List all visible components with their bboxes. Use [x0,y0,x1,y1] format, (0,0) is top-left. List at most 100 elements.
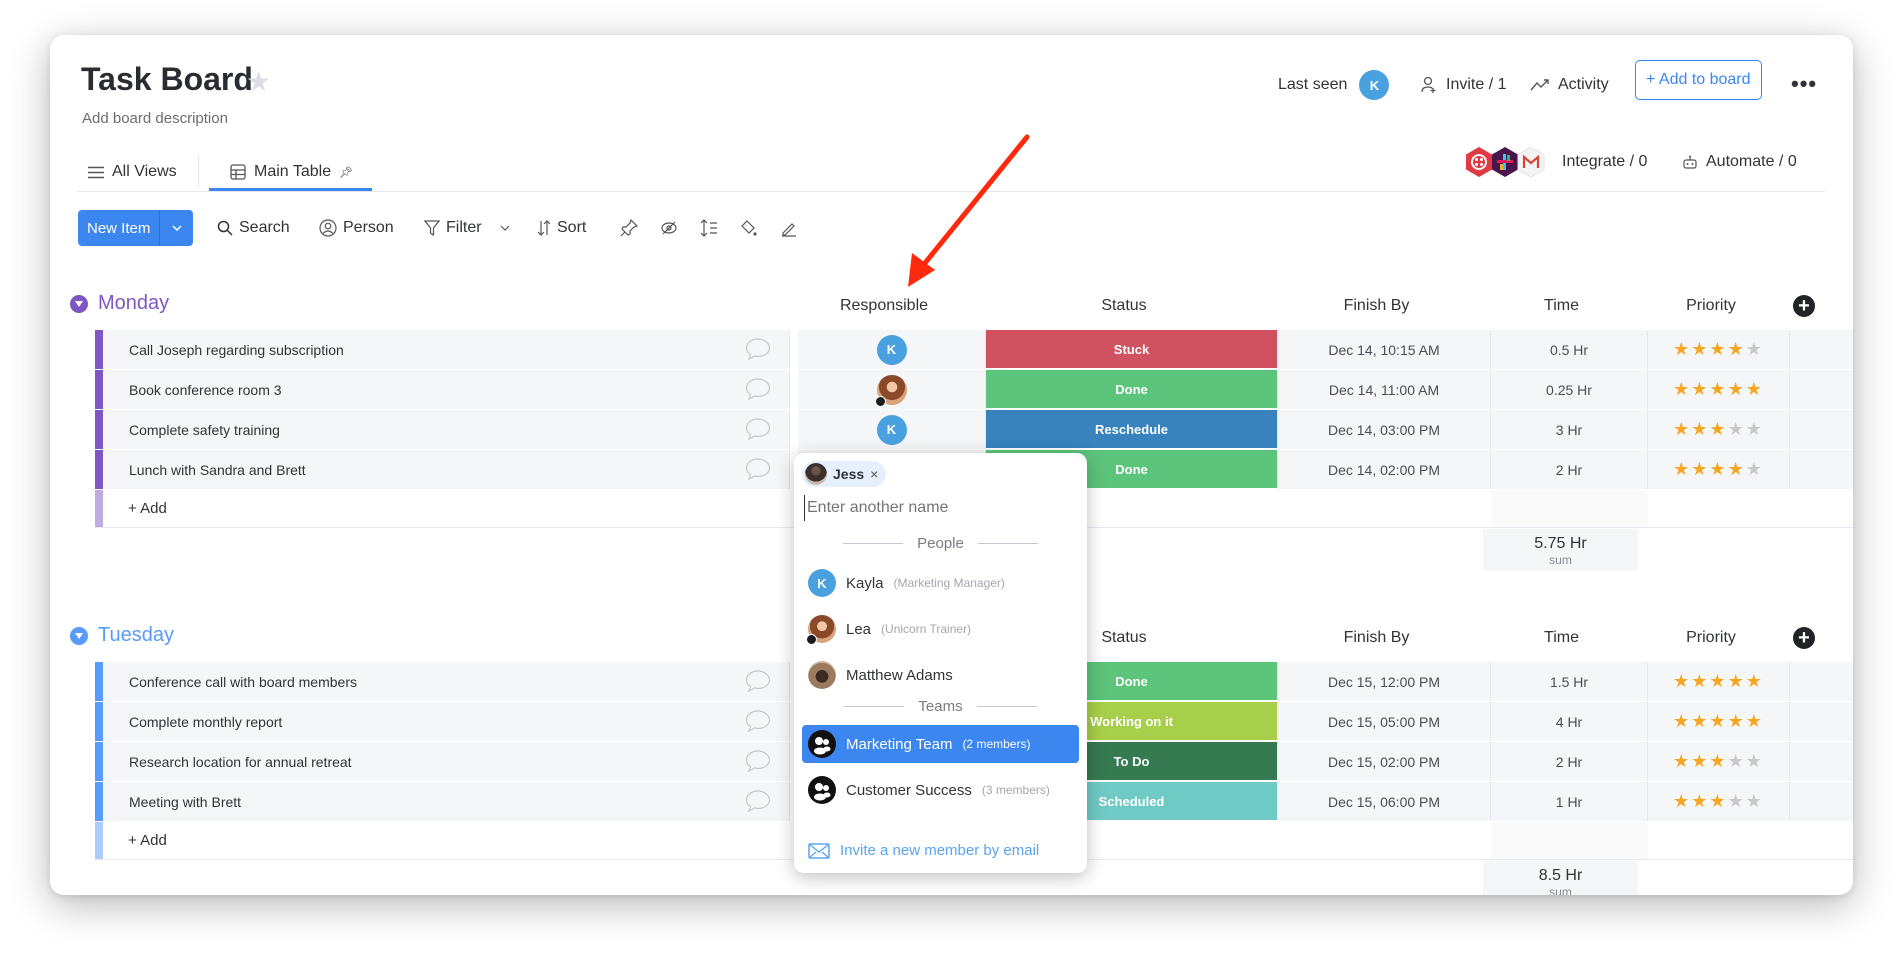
person-photo-avatar[interactable] [874,374,907,407]
comment-bubble-icon[interactable] [745,710,771,732]
priority-star-icon[interactable]: ★ [1709,459,1727,479]
time-cell[interactable]: 2 Hr [1491,742,1648,781]
board-title[interactable]: Task Board [81,61,253,98]
finish-by-cell[interactable]: Dec 14, 03:00 PM [1278,410,1491,449]
hide-icon[interactable] [660,219,678,237]
add-item-label[interactable]: + Add [128,500,167,517]
time-cell[interactable]: 0.5 Hr [1491,330,1648,369]
priority-star-icon[interactable]: ★ [1746,751,1764,771]
last-seen[interactable]: Last seen K [1278,65,1390,105]
priority-star-icon[interactable]: ★ [1691,671,1709,691]
priority-rating[interactable]: ★★★★★ [1648,782,1790,821]
priority-star-icon[interactable]: ★ [1691,459,1709,479]
column-header-priority[interactable]: Priority [1640,297,1782,315]
add-item-label[interactable]: + Add [128,832,167,849]
priority-star-icon[interactable]: ★ [1728,671,1746,691]
collapse-group-icon[interactable] [70,294,88,313]
item-name-cell[interactable]: Meeting with Brett [103,782,790,821]
finish-by-cell[interactable]: Dec 14, 11:00 AM [1278,370,1491,409]
time-cell[interactable]: 1.5 Hr [1491,662,1648,701]
priority-star-icon[interactable]: ★ [1709,711,1727,731]
table-row[interactable]: Call Joseph regarding subscription K Stuck… [95,330,1853,369]
item-name[interactable]: Research location for annual retreat [129,754,352,770]
item-name[interactable]: Conference call with board members [129,674,357,690]
priority-rating[interactable]: ★★★★★ [1648,662,1790,701]
sort-button[interactable]: Sort [537,210,586,246]
add-column-icon[interactable]: + [1793,295,1815,317]
time-cell[interactable]: 0.25 Hr [1491,370,1648,409]
invite-button[interactable]: Invite / 1 [1420,65,1506,105]
responsible-cell[interactable] [798,370,986,409]
group-header-tuesday[interactable]: Tuesday [70,624,174,647]
priority-star-icon[interactable]: ★ [1728,339,1746,359]
priority-star-icon[interactable]: ★ [1673,751,1691,771]
table-row[interactable]: Complete safety training K Reschedule Dec 1… [95,410,1853,449]
time-cell[interactable]: 3 Hr [1491,410,1648,449]
add-to-board-button[interactable]: + Add to board [1635,60,1762,100]
priority-star-icon[interactable]: ★ [1673,671,1691,691]
item-name[interactable]: Meeting with Brett [129,794,241,810]
table-row[interactable]: Book conference room 3 Done Dec 14, 11:00 … [95,370,1853,409]
comment-bubble-icon[interactable] [745,458,771,480]
finish-by-cell[interactable]: Dec 14, 02:00 PM [1278,450,1491,489]
item-name-cell[interactable]: Lunch with Sandra and Brett [103,450,790,489]
person-filter-button[interactable]: Person [319,210,394,246]
person-avatar[interactable]: K [876,414,907,445]
item-name[interactable]: Lunch with Sandra and Brett [129,462,306,478]
new-item-button[interactable]: New Item [78,210,193,246]
item-name-cell[interactable]: Book conference room 3 [103,370,790,409]
column-header-finish-by[interactable]: Finish By [1270,629,1483,647]
priority-star-icon[interactable]: ★ [1746,711,1764,731]
item-name-cell[interactable]: Conference call with board members [103,662,790,701]
priority-star-icon[interactable]: ★ [1691,419,1709,439]
invite-by-email-link[interactable]: Invite a new member by email [808,842,1039,859]
column-header-finish-by[interactable]: Finish By [1270,297,1483,315]
tab-all-views[interactable]: All Views [88,153,177,191]
new-item-dropdown-chevron-icon[interactable] [160,225,193,231]
priority-rating[interactable]: ★★★★★ [1648,742,1790,781]
integration-logos[interactable] [1464,146,1546,178]
priority-star-icon[interactable]: ★ [1709,671,1727,691]
priority-star-icon[interactable]: ★ [1746,339,1764,359]
priority-star-icon[interactable]: ★ [1728,751,1746,771]
item-name-cell[interactable]: Complete safety training [103,410,790,449]
item-name[interactable]: Call Joseph regarding subscription [129,342,344,358]
priority-star-icon[interactable]: ★ [1691,791,1709,811]
pin-icon[interactable] [620,219,638,237]
priority-star-icon[interactable]: ★ [1673,791,1691,811]
search-button[interactable]: Search [217,210,290,246]
more-options-icon[interactable]: ••• [1791,71,1817,97]
automate-button[interactable]: Automate / 0 [1682,147,1797,177]
responsible-cell[interactable]: K [798,330,986,369]
priority-star-icon[interactable]: ★ [1673,339,1691,359]
comment-bubble-icon[interactable] [745,378,771,400]
item-name[interactable]: Book conference room 3 [129,382,282,398]
priority-star-icon[interactable]: ★ [1746,379,1764,399]
time-cell[interactable]: 4 Hr [1491,702,1648,741]
finish-by-cell[interactable]: Dec 14, 10:15 AM [1278,330,1491,369]
finish-by-cell[interactable]: Dec 15, 06:00 PM [1278,782,1491,821]
priority-star-icon[interactable]: ★ [1709,751,1727,771]
item-name-cell[interactable]: Research location for annual retreat [103,742,790,781]
priority-star-icon[interactable]: ★ [1673,419,1691,439]
priority-rating[interactable]: ★★★★★ [1648,410,1790,449]
priority-star-icon[interactable]: ★ [1691,751,1709,771]
priority-star-icon[interactable]: ★ [1709,339,1727,359]
priority-star-icon[interactable]: ★ [1691,711,1709,731]
priority-star-icon[interactable]: ★ [1746,459,1764,479]
priority-star-icon[interactable]: ★ [1673,711,1691,731]
format-pen-icon[interactable] [780,219,798,237]
column-header-status[interactable]: Status [978,297,1270,315]
comment-bubble-icon[interactable] [745,338,771,360]
priority-star-icon[interactable]: ★ [1728,791,1746,811]
filter-button[interactable]: Filter [424,210,510,246]
priority-star-icon[interactable]: ★ [1673,379,1691,399]
priority-star-icon[interactable]: ★ [1709,419,1727,439]
priority-star-icon[interactable]: ★ [1728,419,1746,439]
item-name-cell[interactable]: Complete monthly report [103,702,790,741]
paint-bucket-icon[interactable] [740,219,758,237]
person-option-lea[interactable]: Lea (Unicorn Trainer) [802,610,1079,648]
remove-chip-icon[interactable]: × [870,466,878,482]
priority-star-icon[interactable]: ★ [1691,339,1709,359]
column-header-responsible[interactable]: Responsible [790,297,978,315]
